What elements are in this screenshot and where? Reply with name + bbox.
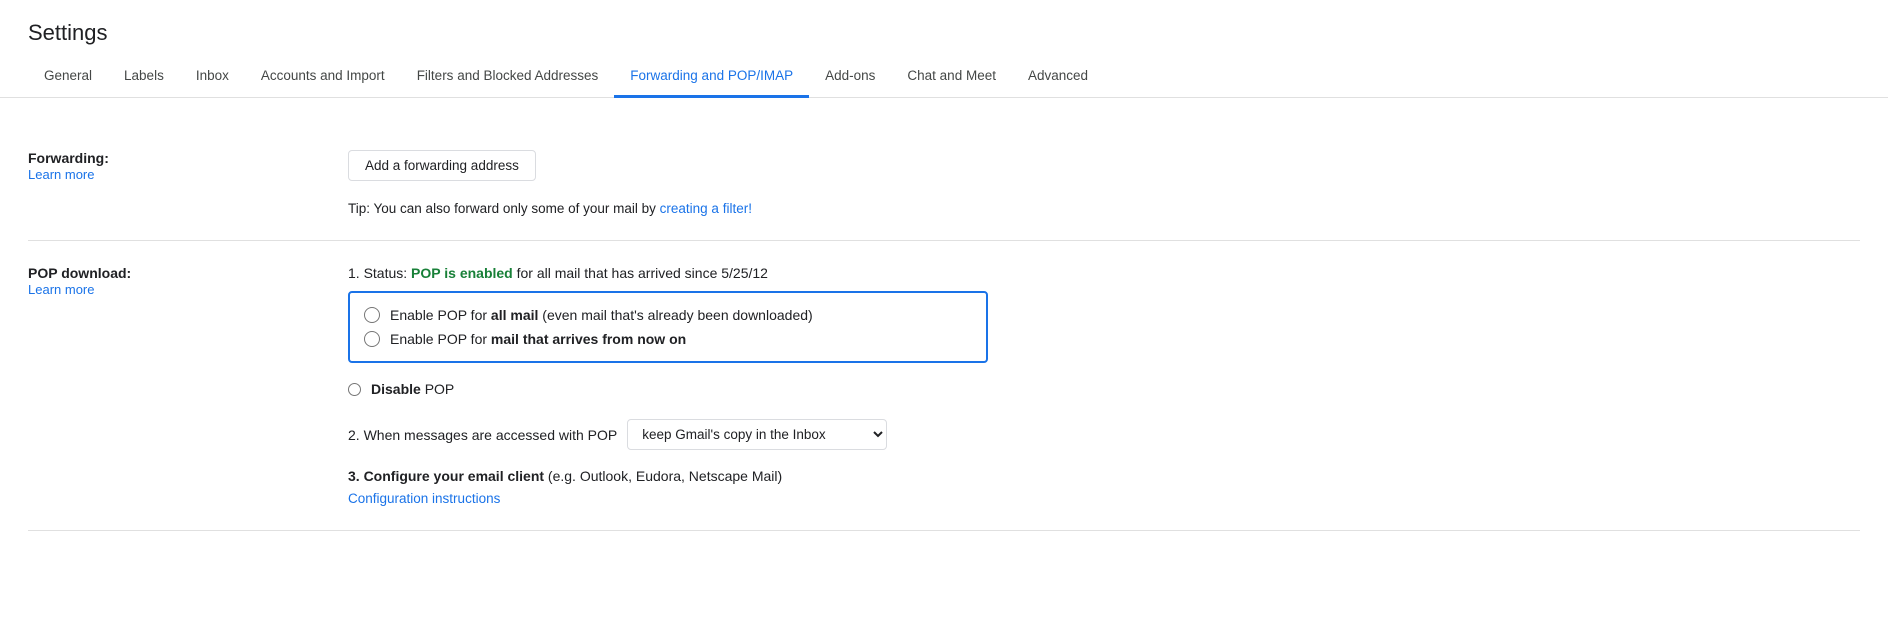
pop-option-disable-row: Disable POP: [348, 377, 1860, 401]
forwarding-section: Forwarding: Learn more Add a forwarding …: [28, 126, 1860, 241]
pop-status-suffix: for all mail that has arrived since 5/25…: [513, 265, 768, 281]
tab-inbox[interactable]: Inbox: [180, 56, 245, 98]
pop-option-from-now-label: Enable POP for mail that arrives from no…: [390, 331, 686, 347]
pop-learn-more-link[interactable]: Learn more: [28, 282, 94, 297]
pop-step3-title: 3. Configure your email client (e.g. Out…: [348, 468, 1860, 484]
pop-option-from-now-radio[interactable]: [364, 331, 380, 347]
add-forwarding-address-button[interactable]: Add a forwarding address: [348, 150, 536, 181]
pop-option-from-now-row: Enable POP for mail that arrives from no…: [364, 327, 972, 351]
forwarding-content: Add a forwarding address Tip: You can al…: [348, 150, 1860, 216]
pop-step2-select[interactable]: keep Gmail's copy in the Inbox mark Gmai…: [627, 419, 887, 450]
pop-step3-row: 3. Configure your email client (e.g. Out…: [348, 468, 1860, 506]
forwarding-label-title: Forwarding:: [28, 150, 308, 166]
tab-general[interactable]: General: [28, 56, 108, 98]
configuration-instructions-link[interactable]: Configuration instructions: [348, 491, 500, 506]
tip-prefix-text: Tip: You can also forward only some of y…: [348, 201, 660, 216]
tab-filters-blocked[interactable]: Filters and Blocked Addresses: [401, 56, 615, 98]
pop-label-col: POP download: Learn more: [28, 265, 348, 506]
pop-option-all-mail-row: Enable POP for all mail (even mail that'…: [364, 303, 972, 327]
pop-options-box: Enable POP for all mail (even mail that'…: [348, 291, 988, 363]
pop-option-disable-label: Disable POP: [371, 381, 454, 397]
pop-status-prefix: 1. Status:: [348, 265, 411, 281]
tab-accounts-import[interactable]: Accounts and Import: [245, 56, 401, 98]
pop-step2-row: 2. When messages are accessed with POP k…: [348, 419, 1860, 450]
pop-label-title: POP download:: [28, 265, 308, 281]
pop-option-all-mail-radio[interactable]: [364, 307, 380, 323]
creating-filter-link[interactable]: creating a filter!: [660, 201, 752, 216]
pop-step2-label: 2. When messages are accessed with POP: [348, 427, 617, 443]
pop-download-section: POP download: Learn more 1. Status: POP …: [28, 241, 1860, 531]
forwarding-tip: Tip: You can also forward only some of y…: [348, 201, 1860, 216]
forwarding-learn-more-link[interactable]: Learn more: [28, 167, 94, 182]
tab-labels[interactable]: Labels: [108, 56, 180, 98]
pop-option-disable-radio[interactable]: [348, 383, 361, 396]
forwarding-label-col: Forwarding: Learn more: [28, 150, 348, 216]
tab-chat-meet[interactable]: Chat and Meet: [891, 56, 1012, 98]
tab-forwarding-pop-imap[interactable]: Forwarding and POP/IMAP: [614, 56, 809, 98]
page-title: Settings: [0, 0, 1888, 56]
tab-advanced[interactable]: Advanced: [1012, 56, 1104, 98]
tabs-bar: General Labels Inbox Accounts and Import…: [0, 56, 1888, 98]
pop-status-enabled-text: POP is enabled: [411, 265, 513, 281]
pop-option-all-mail-label: Enable POP for all mail (even mail that'…: [390, 307, 813, 323]
settings-page: Settings General Labels Inbox Accounts a…: [0, 0, 1888, 644]
pop-content: 1. Status: POP is enabled for all mail t…: [348, 265, 1860, 506]
content-area: Forwarding: Learn more Add a forwarding …: [0, 98, 1888, 571]
pop-status-line: 1. Status: POP is enabled for all mail t…: [348, 265, 1860, 281]
tab-add-ons[interactable]: Add-ons: [809, 56, 891, 98]
